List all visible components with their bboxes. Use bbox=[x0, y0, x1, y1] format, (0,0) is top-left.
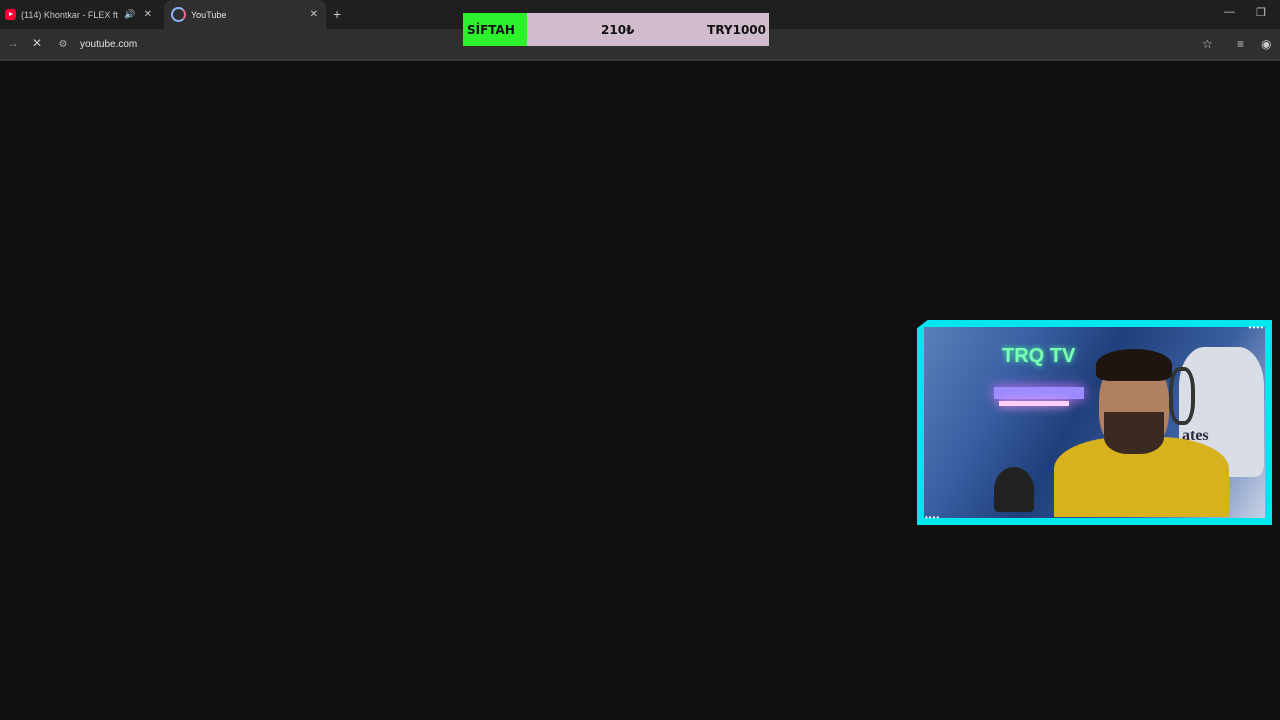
webcam-overlay: TRQ TV ates •••• •••• bbox=[917, 320, 1272, 525]
microphone bbox=[994, 467, 1034, 512]
minimize-icon[interactable]: — bbox=[1224, 6, 1235, 18]
headset bbox=[1169, 367, 1195, 425]
bookmark-star-icon[interactable]: ☆ bbox=[1202, 37, 1213, 51]
new-tab-button[interactable]: + bbox=[333, 6, 341, 22]
donation-goal: TRY1000 bbox=[707, 23, 766, 37]
donation-label: SİFTAH bbox=[467, 23, 515, 37]
close-tab-icon[interactable]: ✕ bbox=[144, 9, 152, 20]
webcam-feed: TRQ TV ates bbox=[924, 327, 1265, 518]
tab-khontkar-video[interactable]: (114) Khontkar - FLEX ft. M 🔊 ✕ bbox=[0, 0, 160, 29]
neon-sign: TRQ TV bbox=[1002, 345, 1076, 367]
frame-dots-icon: •••• bbox=[925, 513, 941, 522]
back-arrow-icon[interactable]: → bbox=[7, 36, 19, 50]
tab-youtube[interactable]: YouTube ✕ bbox=[164, 0, 326, 29]
tab-title: (114) Khontkar - FLEX ft. M bbox=[21, 9, 118, 20]
site-info-icon[interactable]: ⚙ bbox=[52, 39, 74, 50]
youtube-icon bbox=[5, 9, 16, 20]
restore-icon[interactable]: ❐ bbox=[1256, 6, 1266, 19]
tab-title: YouTube bbox=[191, 9, 227, 20]
speaker-icon[interactable]: 🔊 bbox=[124, 9, 135, 20]
frame-dots-icon: •••• bbox=[1248, 323, 1264, 332]
shelf bbox=[994, 387, 1084, 399]
stop-loading-icon[interactable]: ✕ bbox=[32, 36, 42, 50]
streamer-beard bbox=[1104, 412, 1164, 454]
media-controls-icon[interactable]: ≡ bbox=[1237, 37, 1244, 51]
close-tab-icon[interactable]: ✕ bbox=[310, 9, 318, 20]
profile-icon[interactable]: ◉ bbox=[1261, 37, 1271, 51]
loading-spinner-icon bbox=[171, 7, 186, 22]
led-light bbox=[999, 401, 1069, 406]
donation-amount: 210₺ bbox=[601, 23, 635, 37]
donation-goal-bar: SİFTAH 210₺ TRY1000 bbox=[463, 13, 769, 46]
url-text: youtube.com bbox=[80, 38, 138, 50]
streamer-hair bbox=[1096, 349, 1172, 381]
